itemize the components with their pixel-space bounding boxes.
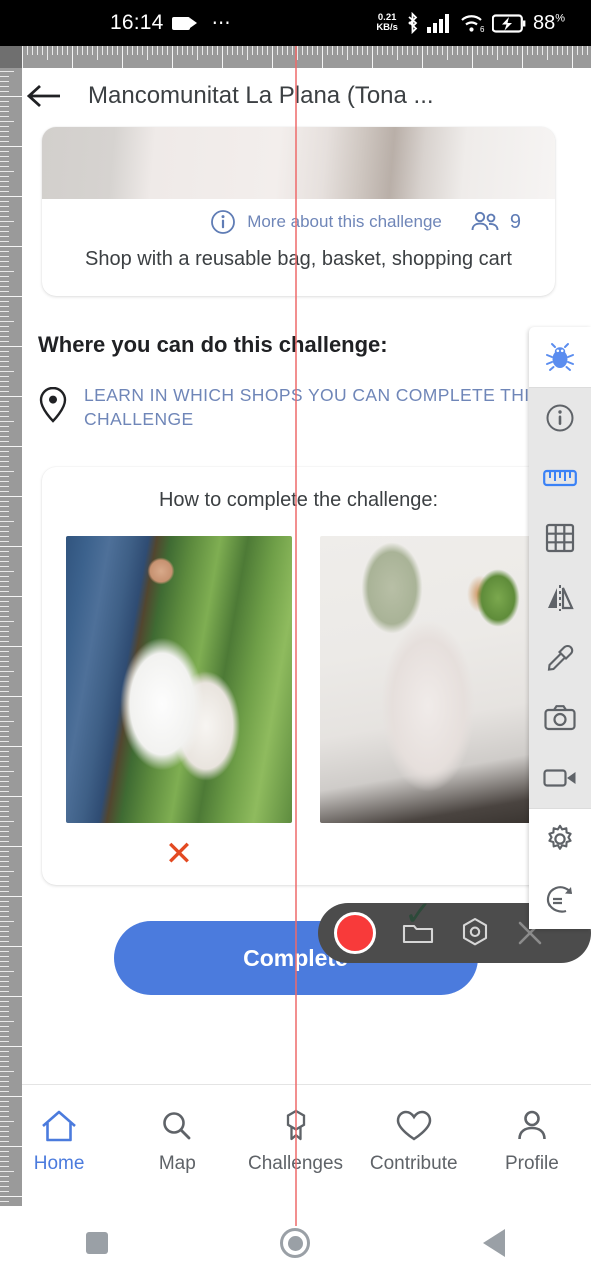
tote-bag-photo <box>320 536 546 824</box>
square-recents-icon[interactable] <box>86 1232 109 1254</box>
dev-grid-button[interactable] <box>529 508 591 568</box>
wifi-icon: 6 <box>461 15 485 33</box>
info-circle-icon <box>211 210 236 234</box>
page-title: Mancomunitat La Plana (Tona ... <box>88 82 434 109</box>
status-time: 16:14 <box>110 11 164 34</box>
participants-count: 9 <box>509 210 521 233</box>
nav-label-profile: Profile <box>504 1153 559 1174</box>
back-button[interactable] <box>18 70 70 122</box>
challenge-description: Shop with a reusable bag, basket, shoppi… <box>85 248 512 270</box>
dev-tools-toolbar <box>529 327 591 929</box>
dev-settings-button[interactable] <box>529 809 591 869</box>
how-to-item-bad: ✕ <box>66 536 292 885</box>
nav-item-map[interactable]: Map <box>118 1085 236 1175</box>
grid-icon <box>545 523 575 553</box>
cross-mark: ✕ <box>164 835 194 874</box>
folder-icon <box>402 924 434 944</box>
how-to-item-good <box>320 536 546 885</box>
dev-bug-button[interactable] <box>529 327 591 387</box>
dev-rotate-button[interactable] <box>529 869 591 929</box>
status-bar-right: 0.21 KB/s 6 88% <box>376 12 565 35</box>
network-speed: 0.21 KB/s <box>376 13 398 33</box>
rotate-icon <box>546 886 572 913</box>
how-to-complete-title: How to complete the challenge: <box>158 489 439 512</box>
cross-mark-row: ✕ <box>66 823 292 885</box>
where-location-link[interactable]: LEARN IN WHICH SHOPS YOU CAN COMPLETE TH… <box>84 384 558 431</box>
android-status-bar: 16:14 ⋯ 0.21 KB/s 6 88% <box>0 0 591 46</box>
nav-label-map: Map <box>158 1153 196 1174</box>
dev-video-button[interactable] <box>529 748 591 808</box>
mirror-flip-icon <box>548 585 574 611</box>
more-about-challenge-label: More about this challenge <box>247 212 442 231</box>
eyedropper-icon <box>547 644 574 671</box>
ruler-guide-line <box>295 46 297 1226</box>
video-icon <box>543 769 576 787</box>
challenge-summary-card: More about this challenge 9 Shop with a … <box>42 127 555 296</box>
participants-group: 9 <box>470 211 521 234</box>
gear-icon <box>548 824 572 850</box>
map-pin-icon <box>39 386 67 423</box>
triangle-back-icon[interactable] <box>482 1229 505 1257</box>
video-camera-icon <box>171 16 197 30</box>
arrow-left-icon <box>27 84 60 108</box>
nav-label-home: Home <box>33 1153 85 1174</box>
challenge-meta-row: More about this challenge 9 <box>42 199 555 239</box>
where-location-row[interactable]: LEARN IN WHICH SHOPS YOU CAN COMPLETE TH… <box>38 384 558 431</box>
people-icon <box>471 211 499 231</box>
more-dots-icon: ⋯ <box>211 12 233 34</box>
battery-percent-value: 88 <box>532 11 556 34</box>
info-icon <box>546 404 574 432</box>
record-button[interactable] <box>334 912 376 954</box>
home-icon <box>42 1110 76 1142</box>
dev-info-button[interactable] <box>529 388 591 448</box>
circle-home-icon[interactable] <box>280 1228 311 1258</box>
where-section-heading: Where you can do this challenge: <box>38 332 388 357</box>
dev-mirror-button[interactable] <box>529 568 591 628</box>
folder-button[interactable] <box>402 919 434 947</box>
challenge-hero-image <box>42 127 555 199</box>
nav-item-contribute[interactable]: Contribute <box>355 1085 473 1175</box>
how-to-complete-card: How to complete the challenge: ✕ <box>42 467 555 886</box>
how-to-image-grid: ✕ <box>66 536 555 885</box>
ruler-overlay-left <box>0 46 22 1280</box>
ruler-icon <box>543 469 577 487</box>
bluetooth-icon <box>408 12 418 34</box>
dev-ruler-button[interactable] <box>529 448 591 508</box>
battery-percent: 88% <box>533 12 565 35</box>
svg-text:6: 6 <box>480 25 485 33</box>
network-speed-unit: KB/s <box>376 22 398 33</box>
heart-icon <box>396 1110 431 1141</box>
ruler-overlay-corner <box>0 46 22 68</box>
camera-icon <box>544 705 576 731</box>
bug-icon <box>546 343 574 371</box>
nav-label-contribute: Contribute <box>369 1153 458 1174</box>
person-icon <box>518 1110 546 1140</box>
more-about-challenge-link[interactable]: More about this challenge <box>210 209 442 235</box>
search-icon <box>163 1112 191 1140</box>
mobile-screen: 16:14 ⋯ 0.21 KB/s 6 88% Mancomunitat La … <box>0 0 591 1280</box>
plastic-bags-photo <box>66 536 292 824</box>
nav-item-profile[interactable]: Profile <box>473 1085 591 1175</box>
dev-camera-button[interactable] <box>529 688 591 748</box>
dev-eyedropper-button[interactable] <box>529 628 591 688</box>
status-bar-left: 16:14 ⋯ <box>110 11 233 35</box>
cellular-signal-icon <box>426 14 449 33</box>
check-mark-row <box>320 823 546 885</box>
hexagon-settings-icon <box>462 917 488 946</box>
percent-symbol: % <box>555 11 565 24</box>
battery-charging-icon <box>491 13 526 33</box>
recorder-settings-button[interactable] <box>460 917 490 949</box>
